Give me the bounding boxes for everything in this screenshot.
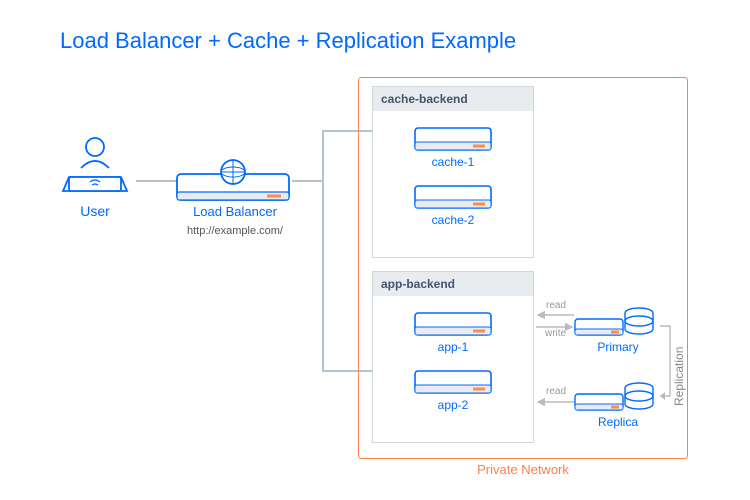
read-label-1: read — [546, 300, 566, 311]
load-balancer-label: Load Balancer — [175, 204, 295, 219]
replication-label: Replication — [672, 347, 686, 406]
cache-backend-header: cache-backend — [373, 87, 533, 111]
server-icon — [413, 178, 493, 212]
app-backend-group: app-backend app-1 app-2 — [372, 271, 534, 443]
wire-lb-out — [292, 180, 324, 182]
write-label: write — [545, 328, 566, 339]
server-cache-1: cache-1 — [413, 120, 493, 169]
user-icon — [55, 135, 135, 199]
server-label: cache-2 — [413, 213, 493, 227]
load-balancer-node: Load Balancer http://example.com/ — [175, 158, 295, 237]
database-icon — [573, 380, 663, 414]
load-balancer-icon — [175, 158, 291, 202]
server-icon — [413, 305, 493, 339]
server-app-1: app-1 — [413, 305, 493, 354]
user-label: User — [55, 203, 135, 219]
database-icon — [573, 305, 663, 339]
server-cache-2: cache-2 — [413, 178, 493, 227]
server-label: app-1 — [413, 340, 493, 354]
db-replica-label: Replica — [573, 415, 663, 429]
read-label-2: read — [546, 386, 566, 397]
app-backend-header: app-backend — [373, 272, 533, 296]
server-label: cache-1 — [413, 155, 493, 169]
private-network-label: Private Network — [358, 462, 688, 477]
arrow-read — [534, 395, 576, 409]
diagram-title: Load Balancer + Cache + Replication Exam… — [60, 28, 516, 54]
wire-lb-vert — [322, 130, 324, 372]
db-primary-label: Primary — [573, 340, 663, 354]
db-primary-node: Primary — [573, 305, 663, 354]
user-node: User — [55, 135, 135, 219]
cache-backend-group: cache-backend cache-1 cache-2 — [372, 86, 534, 258]
load-balancer-url: http://example.com/ — [175, 225, 295, 237]
server-label: app-2 — [413, 398, 493, 412]
db-replica-node: Replica — [573, 380, 663, 429]
server-icon — [413, 120, 493, 154]
server-icon — [413, 363, 493, 397]
server-app-2: app-2 — [413, 363, 493, 412]
